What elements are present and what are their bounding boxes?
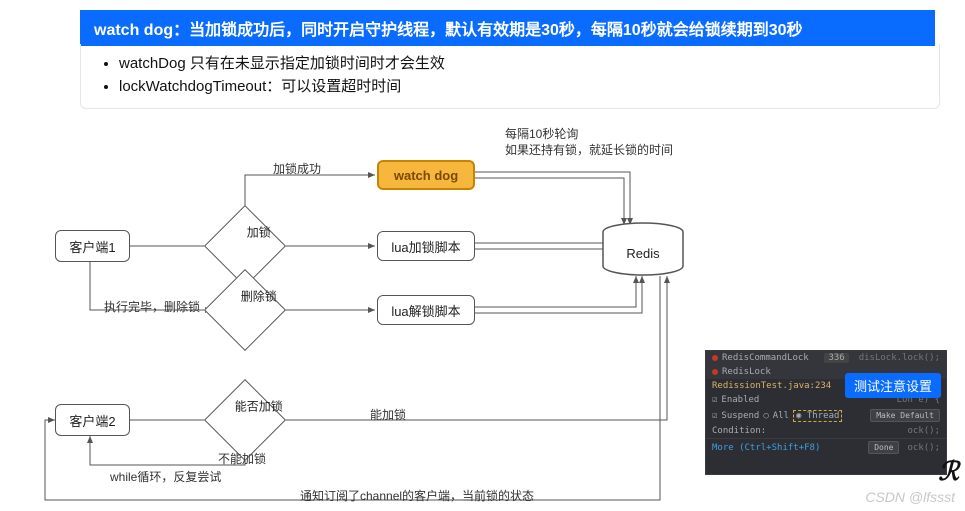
test-note-badge: 测试注意设置	[845, 373, 941, 398]
ide-count: 336	[824, 353, 848, 363]
ide-panel: RedisCommandLock 336 disLock.lock(); Red…	[705, 350, 947, 475]
breakpoint-icon	[712, 355, 718, 361]
make-default-button[interactable]: Make Default	[870, 409, 940, 422]
ide-more-link[interactable]: More (Ctrl+Shift+F8)	[712, 443, 820, 453]
ide-all: All	[773, 411, 789, 421]
breakpoint-icon	[712, 369, 718, 375]
ide-suspend: Suspend	[721, 411, 759, 421]
ide-checkbox-icon[interactable]: ☑	[712, 395, 717, 405]
ide-ock: ock();	[907, 426, 940, 436]
ide-condition: Condition:	[712, 426, 766, 436]
brand-logo: ℛ	[938, 456, 959, 487]
ide-radio-icon[interactable]: ○	[763, 411, 768, 421]
done-button[interactable]: Done	[868, 441, 899, 454]
ide-bp1: RedisCommandLock	[722, 353, 809, 363]
ide-ock: ock();	[907, 443, 940, 453]
watermark: CSDN @lfssst	[865, 489, 955, 505]
ide-thread: Thread	[807, 411, 840, 421]
ide-bp2: RedisLock	[722, 367, 771, 377]
ide-frag: disLock.lock();	[859, 353, 940, 363]
ide-enabled: Enabled	[721, 395, 759, 405]
ide-checkbox-icon[interactable]: ☑	[712, 411, 717, 421]
ide-radio-icon[interactable]: ◉	[796, 411, 801, 421]
